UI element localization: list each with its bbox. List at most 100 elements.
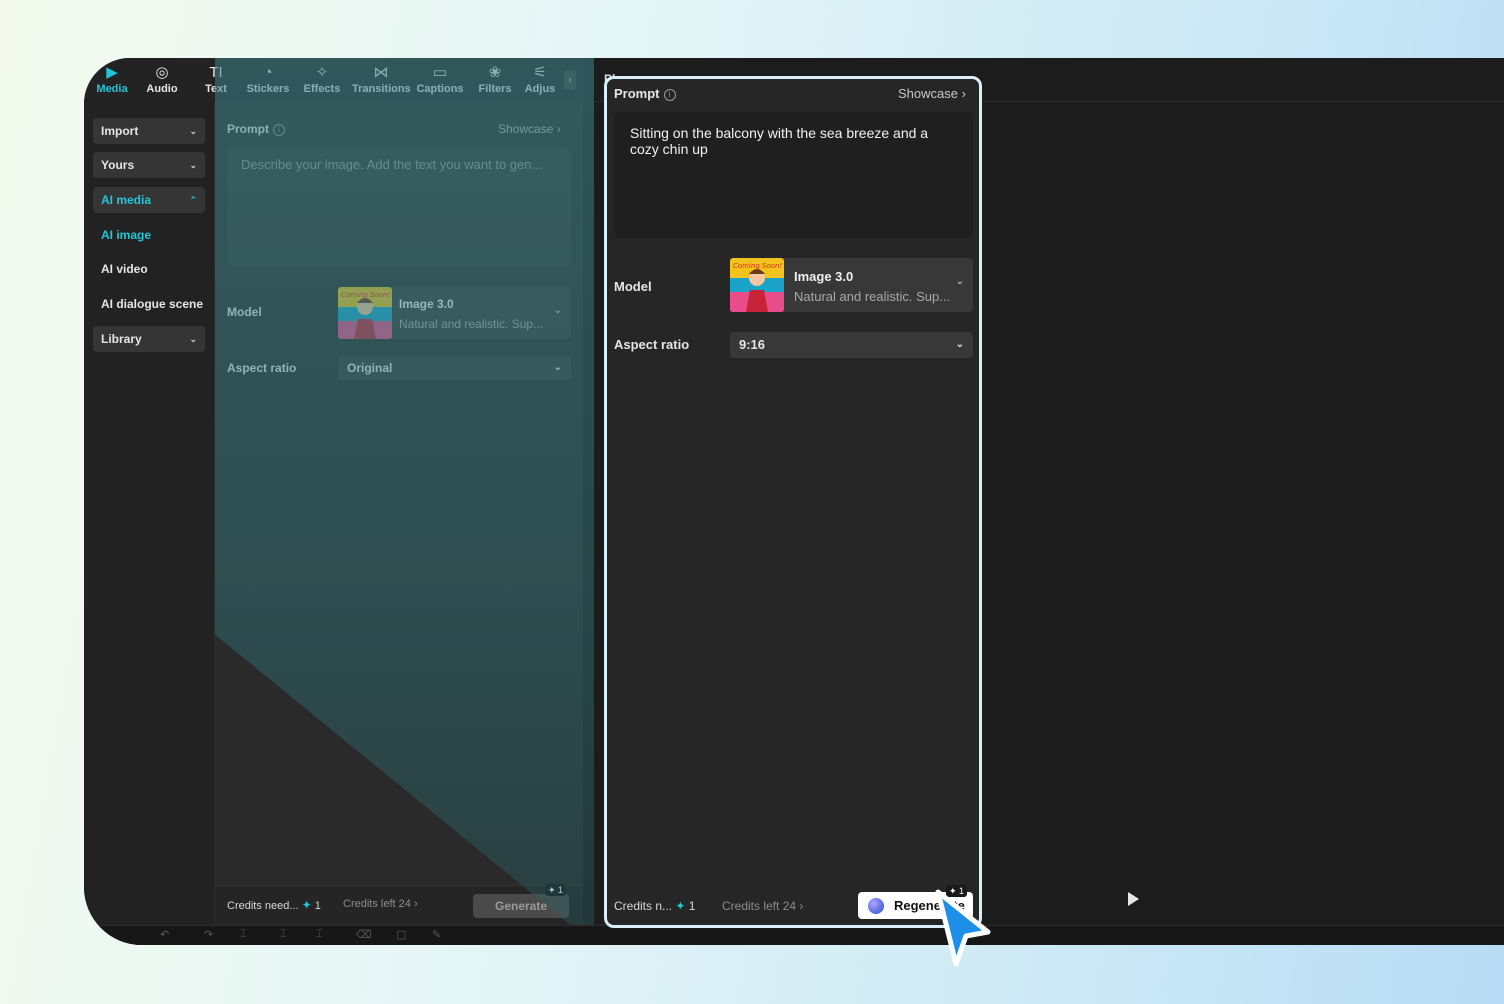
chevron-down-icon: ⌄ bbox=[956, 332, 964, 358]
sidebar-item-ai-image[interactable]: AI image bbox=[101, 228, 151, 242]
top-toolbar: ▶ Media ◎ Audio TI Text ◔ Stickers ✧ Eff… bbox=[84, 58, 584, 102]
tab-stickers[interactable]: ◔ Stickers bbox=[240, 63, 296, 95]
sidebar-item-ai-video[interactable]: AI video bbox=[101, 262, 148, 276]
sparkle-icon: ✦ bbox=[675, 899, 685, 913]
model-thumbnail: Coming Soon! bbox=[338, 287, 392, 339]
generate-button[interactable]: Generate bbox=[473, 894, 569, 918]
model-thumbnail: Coming Soon! bbox=[730, 258, 784, 312]
toolbar-more-button[interactable]: › bbox=[564, 70, 576, 90]
tab-media[interactable]: ▶ Media bbox=[84, 63, 140, 95]
info-icon: i bbox=[664, 89, 676, 101]
model-label: Model bbox=[614, 279, 652, 294]
tab-label: Effects bbox=[304, 83, 341, 95]
tab-audio[interactable]: ◎ Audio bbox=[134, 63, 190, 95]
chevron-right-icon: › bbox=[799, 899, 803, 913]
tab-captions[interactable]: ▭ Captions bbox=[412, 63, 468, 95]
crop-icon[interactable]: ▢ bbox=[396, 928, 406, 941]
aspect-ratio-select[interactable]: 9:16 ⌄ bbox=[730, 332, 973, 358]
credits-left-count: 24 bbox=[399, 898, 411, 910]
captions-icon: ▭ bbox=[412, 63, 468, 83]
zoomed-ai-image-panel: Prompti Showcase › Sitting on the balcon… bbox=[604, 76, 982, 928]
showcase-link[interactable]: Showcase › bbox=[898, 86, 966, 101]
tab-adjust[interactable]: ⚟ Adjus bbox=[514, 63, 566, 95]
audio-icon: ◎ bbox=[134, 63, 190, 83]
credits-needed: Credits need... ✦ 1 bbox=[227, 898, 321, 912]
delete-icon[interactable]: ⌫ bbox=[356, 928, 372, 941]
sidebar-item-ai-dialogue[interactable]: AI dialogue scene bbox=[101, 297, 203, 311]
svg-text:Coming Soon!: Coming Soon! bbox=[733, 262, 782, 270]
stickers-icon: ◔ bbox=[240, 63, 296, 83]
chevron-up-icon: ⌃ bbox=[189, 187, 197, 213]
prompt-label: Prompti bbox=[227, 122, 285, 136]
tab-text[interactable]: TI Text bbox=[188, 63, 244, 95]
tab-label: Filters bbox=[478, 83, 511, 95]
svg-text:Coming Soon!: Coming Soon! bbox=[341, 291, 390, 299]
credits-left-label: Credits left bbox=[722, 899, 779, 913]
effects-icon: ✧ bbox=[294, 63, 350, 83]
sparkle-icon: ✦ bbox=[302, 898, 312, 912]
undo-icon[interactable]: ↶ bbox=[160, 928, 169, 941]
prompt-label-text: Prompt bbox=[614, 86, 660, 101]
aspect-ratio-label: Aspect ratio bbox=[227, 361, 296, 375]
chevron-down-icon: ⌄ bbox=[956, 276, 964, 287]
sidebar-item-label: AI media bbox=[101, 193, 151, 207]
model-name: Image 3.0 bbox=[399, 297, 454, 311]
sidebar-item-label: Library bbox=[101, 332, 142, 346]
tab-label: Audio bbox=[146, 83, 177, 95]
tab-label: Text bbox=[205, 83, 227, 95]
credits-needed-count: 1 bbox=[689, 899, 696, 913]
sidebar-item-label: Import bbox=[101, 124, 138, 138]
media-icon: ▶ bbox=[84, 63, 140, 83]
credits-left[interactable]: Credits left 24 › bbox=[343, 898, 418, 910]
adjust-icon: ⚟ bbox=[514, 63, 566, 83]
sidebar-item-yours[interactable]: Yours ⌄ bbox=[93, 152, 205, 178]
mouse-cursor-icon bbox=[930, 884, 996, 974]
ai-edit-icon[interactable]: ✎ bbox=[432, 928, 441, 941]
prompt-input[interactable]: Sitting on the balcony with the sea bree… bbox=[614, 112, 973, 238]
sidebar-item-label: Yours bbox=[101, 158, 134, 172]
showcase-label: Showcase bbox=[498, 122, 553, 136]
model-description: Natural and realistic. Sup... bbox=[794, 289, 950, 304]
aspect-ratio-select[interactable]: Original ⌄ bbox=[338, 356, 571, 380]
credit-badge-count: 1 bbox=[558, 885, 563, 895]
aspect-ratio-label: Aspect ratio bbox=[614, 337, 689, 352]
credits-left-count: 24 bbox=[783, 899, 796, 913]
split-icon[interactable]: ⌶ bbox=[240, 928, 247, 941]
tab-label: Adjus bbox=[525, 83, 556, 95]
prompt-input[interactable]: Describe your image. Add the text you wa… bbox=[227, 147, 571, 267]
chevron-right-icon: › bbox=[414, 898, 418, 910]
redo-icon[interactable]: ↷ bbox=[204, 928, 213, 941]
credits-needed: Credits n... ✦ 1 bbox=[614, 899, 695, 913]
credits-needed-label: Credits need... bbox=[227, 900, 299, 912]
aspect-ratio-value: 9:16 bbox=[739, 337, 765, 352]
play-icon[interactable] bbox=[1128, 892, 1139, 906]
model-select[interactable]: Coming Soon! Image 3.0 Natural and reali… bbox=[338, 287, 571, 339]
tab-label: Transitions bbox=[352, 83, 411, 95]
chevron-right-icon: › bbox=[962, 86, 966, 101]
aspect-ratio-value: Original bbox=[347, 361, 392, 375]
chevron-down-icon: ⌄ bbox=[554, 305, 562, 316]
chevron-down-icon: ⌄ bbox=[189, 118, 197, 144]
chevron-down-icon: ⌄ bbox=[554, 356, 562, 380]
credits-needed-label: Credits n... bbox=[614, 899, 672, 913]
showcase-label: Showcase bbox=[898, 86, 958, 101]
credits-left[interactable]: Credits left 24 › bbox=[722, 899, 803, 913]
transitions-icon: ⋈ bbox=[352, 63, 410, 83]
split-left-icon[interactable]: ⌶ bbox=[280, 928, 287, 941]
chevron-right-icon: › bbox=[557, 122, 561, 136]
credits-left-label: Credits left bbox=[343, 898, 396, 910]
sidebar-item-import[interactable]: Import ⌄ bbox=[93, 118, 205, 144]
model-select[interactable]: Coming Soon! Image 3.0 Natural and reali… bbox=[730, 258, 973, 312]
tab-effects[interactable]: ✧ Effects bbox=[294, 63, 350, 95]
split-right-icon[interactable]: ⌶ bbox=[316, 928, 323, 941]
tab-transitions[interactable]: ⋈ Transitions bbox=[352, 63, 410, 95]
sidebar-item-ai-media[interactable]: AI media ⌃ bbox=[93, 187, 205, 213]
tab-label: Captions bbox=[416, 83, 463, 95]
model-description: Natural and realistic. Sup... bbox=[399, 317, 543, 331]
showcase-link[interactable]: Showcase › bbox=[498, 122, 561, 136]
sidebar-item-library[interactable]: Library ⌄ bbox=[93, 326, 205, 352]
model-name: Image 3.0 bbox=[794, 269, 853, 284]
prompt-text: Sitting on the balcony with the sea bree… bbox=[630, 125, 928, 157]
timeline-toolbar bbox=[84, 925, 1504, 945]
panel-footer: Credits need... ✦ 1 Credits left 24 › Ge… bbox=[215, 885, 583, 926]
